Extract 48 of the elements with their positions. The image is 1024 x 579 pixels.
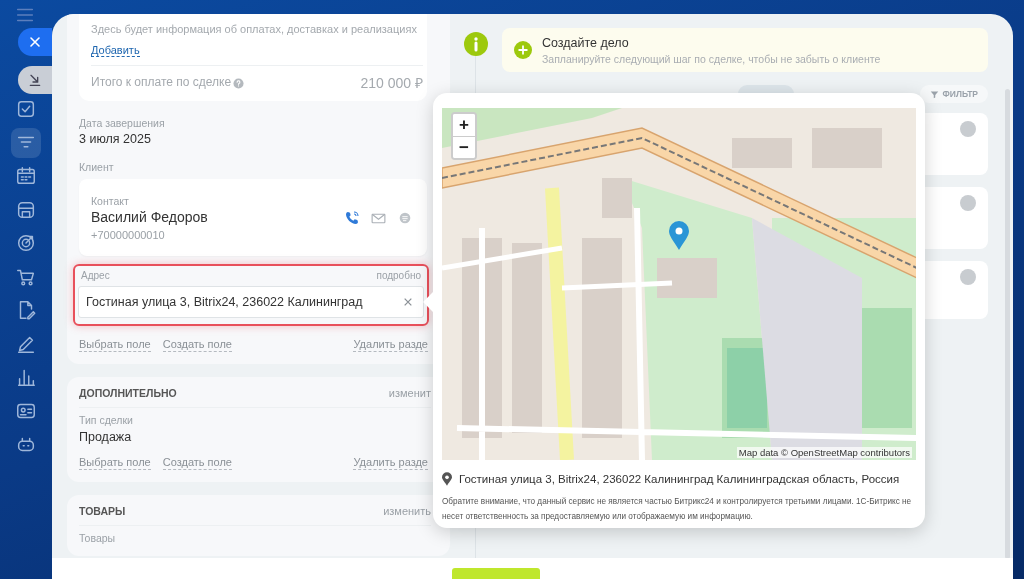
contact-label: Контакт <box>91 194 130 207</box>
field-link[interactable]: Выбрать поле <box>79 455 151 470</box>
funnel-icon <box>929 89 939 99</box>
clear-icon[interactable] <box>403 297 413 308</box>
minimize-button[interactable] <box>18 66 52 94</box>
field-link[interactable]: Удалить разде <box>353 455 428 470</box>
address-label: Адрес <box>81 269 110 282</box>
section-title: ТОВАРЫ <box>79 504 126 518</box>
create-task-card[interactable]: Создайте дело Запланируйте следующий шаг по сделке, чтобы не забыть о клиенте <box>502 28 988 72</box>
address-field[interactable]: Гостиная улица 3, Bitrix24, 236022 Калининград <box>78 286 424 319</box>
map-disclaimer: Обратите внимание, что данный сервис не является частью Битрикс24 и контролируется третьими лицами. 1С-Битрикс не несет ответственность за предоставляемую или отображаемую им информацию. <box>442 496 913 523</box>
contact-phone: +70000000010 <box>91 229 166 242</box>
total-amount: 210 000 ₽ <box>360 75 423 92</box>
field-label: Тип сделки <box>79 414 134 427</box>
minimize-icon <box>27 72 43 88</box>
location-pin-icon <box>442 472 452 486</box>
close-icon <box>27 34 43 50</box>
target-icon <box>15 232 37 254</box>
map-attribution: Map data © OpenStreetMap contributors <box>736 447 912 458</box>
payments-info: Здесь будет информация об оплатах, доставках и реализациях <box>91 23 418 36</box>
section-title: ДОПОЛНИТЕЛЬНО <box>79 386 177 400</box>
close-button[interactable] <box>18 28 52 56</box>
task-checkbox-icon <box>15 98 37 120</box>
add-link[interactable]: Добавить <box>91 43 140 58</box>
details-link[interactable]: подробно <box>376 269 421 282</box>
contact-name[interactable]: Василий Федоров <box>91 208 334 226</box>
scrollbar[interactable] <box>1005 89 1010 559</box>
client-label: Клиент <box>79 160 115 173</box>
total-label: Итого к оплате по сделке <box>91 76 232 91</box>
phone-icon[interactable] <box>344 210 360 227</box>
map-address: Гостиная улица 3, Bitrix24, 236022 Калининград Калининградская область, Россия <box>459 473 900 485</box>
field-label: Товары <box>79 532 117 545</box>
sidebar-item[interactable] <box>11 127 41 158</box>
field-value: Продажа <box>79 429 133 444</box>
task-hint: Запланируйте следующий шаг по сделке, чтобы не забыть о клиенте <box>542 52 881 65</box>
field-link[interactable]: Выбрать поле <box>79 338 151 352</box>
edit-link[interactable]: изменить <box>383 504 431 518</box>
edit-link[interactable]: изменит <box>388 386 431 400</box>
field-link[interactable]: Создать поле <box>162 455 232 470</box>
task-title: Создайте дело <box>542 35 630 50</box>
calendar-icon <box>15 165 37 187</box>
filter-button[interactable]: ФИЛЬТР <box>919 85 988 103</box>
info-icon <box>464 32 488 56</box>
date-value: 3 июля 2025 <box>79 132 152 147</box>
field-link[interactable]: Создать поле <box>162 338 232 352</box>
zoom-out-button[interactable]: − <box>453 136 475 158</box>
field-link[interactable]: Удалить разде <box>353 338 428 352</box>
date-label: Дата завершения <box>79 117 166 130</box>
